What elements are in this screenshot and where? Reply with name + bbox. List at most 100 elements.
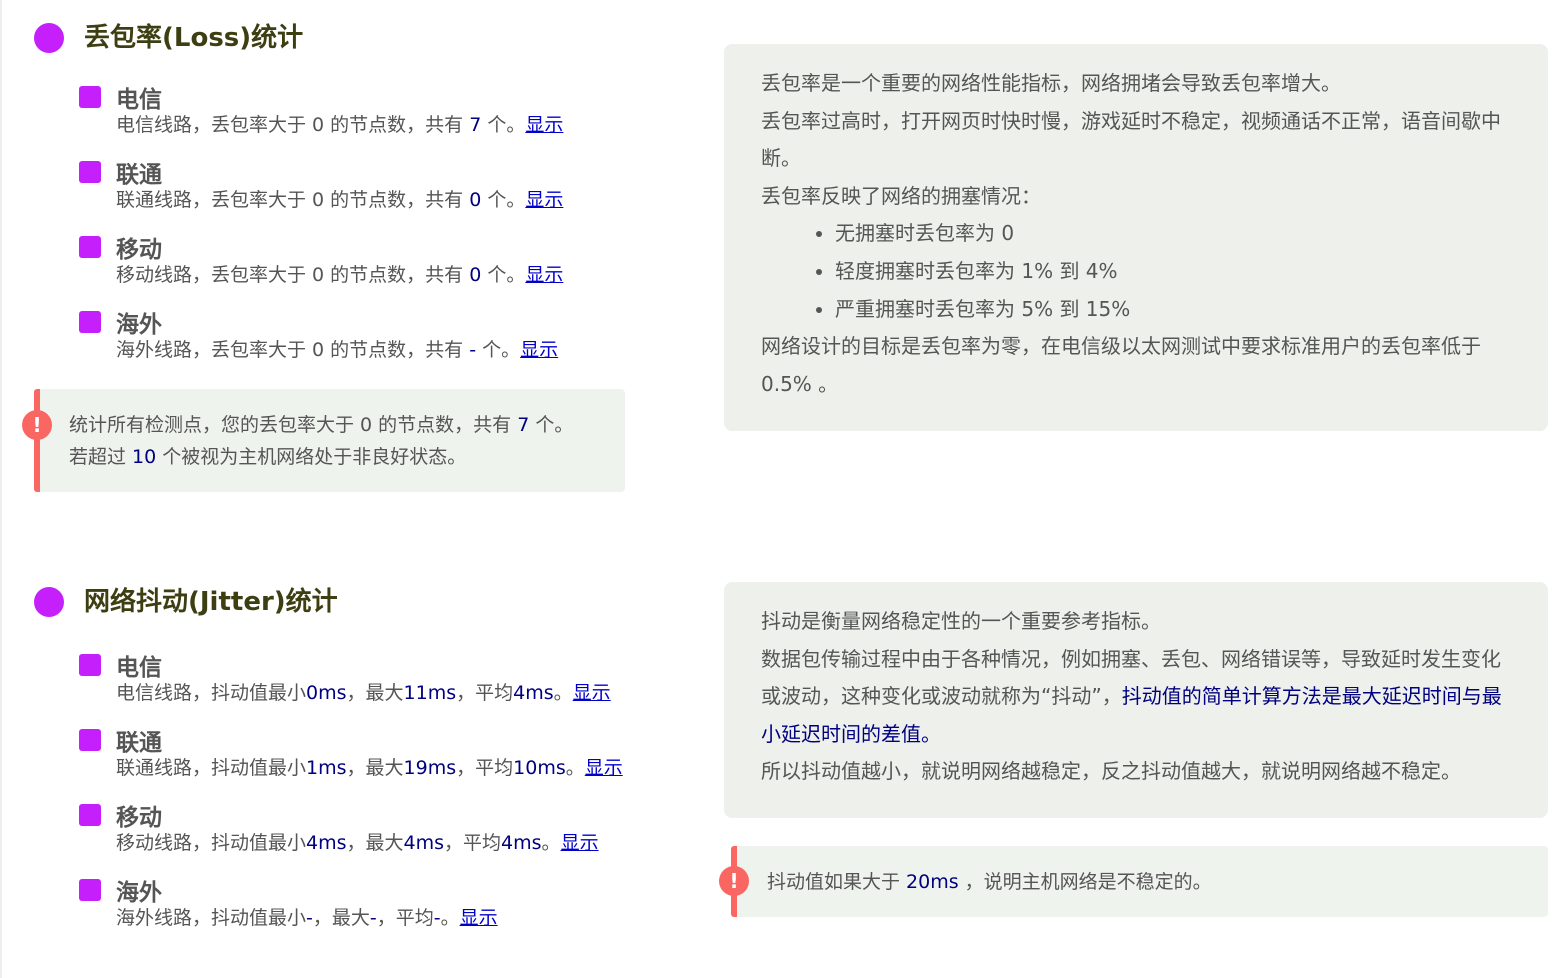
warning-text: ，说明主机网络是不稳定的。: [958, 871, 1212, 893]
square-bullet-icon: [79, 86, 101, 108]
info-paragraph: 网络设计的目标是丢包率为零，在电信级以太网测试中要求标准用户的丢包率低于 0.5…: [761, 334, 1481, 396]
show-link-mobile[interactable]: 显示: [525, 264, 563, 286]
desc-text: 电信线路，丢包率大于 0 的节点数，共有: [116, 114, 470, 136]
jitter-carrier-unicom: 联通 联通线路，抖动值最小1ms，最大19ms，平均10ms。显示: [79, 725, 679, 800]
carrier-name: 海外: [116, 312, 162, 338]
congestion-list: 无拥塞时丢包率为 0 轻度拥塞时丢包率为 1% 到 4% 严重拥塞时丢包率为 5…: [761, 215, 1506, 328]
desc-text: ，最大: [346, 682, 404, 704]
jitter-avg: 4ms: [513, 682, 554, 704]
show-link-telecom[interactable]: 显示: [525, 114, 563, 136]
jitter-avg: 4ms: [501, 832, 542, 854]
left-border: [0, 0, 2, 978]
list-item: 无拥塞时丢包率为 0: [835, 215, 1506, 253]
carrier-description: 海外线路，抖动值最小-，最大-，平均-。显示: [116, 905, 679, 931]
square-bullet-icon: [79, 311, 101, 333]
show-link-mobile[interactable]: 显示: [561, 832, 599, 854]
carrier-description: 电信线路，丢包率大于 0 的节点数，共有 7 个。显示: [116, 112, 679, 138]
info-paragraph: 所以抖动值越小，就说明网络越稳定，反之抖动值越大，就说明网络越不稳定。: [761, 759, 1461, 784]
show-link-telecom[interactable]: 显示: [573, 682, 611, 704]
show-link-overseas[interactable]: 显示: [460, 907, 498, 929]
show-link-unicom[interactable]: 显示: [585, 757, 623, 779]
square-bullet-icon: [79, 654, 101, 676]
loss-carrier-mobile: 移动 移动线路，丢包率大于 0 的节点数，共有 0 个。显示: [79, 232, 679, 307]
warning-text: 抖动值如果大于: [767, 871, 907, 893]
desc-text: 海外线路，抖动值最小: [116, 907, 307, 929]
section-bullet-icon: [34, 23, 64, 53]
desc-text: ，平均: [444, 832, 502, 854]
carrier-description: 电信线路，抖动值最小0ms，最大11ms，平均4ms。显示: [116, 680, 679, 706]
warning-text: 个。: [529, 414, 574, 436]
loss-section-header: 丢包率(Loss)统计: [34, 23, 303, 53]
desc-text: 个。: [481, 189, 526, 211]
loss-info-panel: 丢包率是一个重要的网络性能指标，网络拥堵会导致丢包率增大。 丢包率过高时，打开网…: [724, 44, 1548, 431]
carrier-name: 联通: [116, 730, 162, 756]
desc-text: 。: [541, 832, 561, 854]
desc-text: 联通线路，抖动值最小: [116, 757, 307, 779]
desc-text: ，平均: [376, 907, 434, 929]
desc-text: ，最大: [346, 832, 404, 854]
jitter-min: -: [306, 907, 313, 929]
jitter-min: 1ms: [306, 757, 347, 779]
info-paragraph: 丢包率过高时，打开网页时快时慢，游戏延时不稳定，视频通话不正常，语音间歇中断。: [761, 108, 1501, 171]
threshold-count: 10: [132, 446, 157, 468]
desc-text: 个。: [476, 339, 521, 361]
warning-text: 统计所有检测点，您的丢包率大于 0 的节点数，共有: [69, 414, 518, 436]
info-paragraph: 抖动是衡量网络稳定性的一个重要参考指标。: [761, 609, 1161, 633]
jitter-warning-text: 抖动值如果大于 20ms ，说明主机网络是不稳定的。: [767, 866, 1212, 898]
carrier-name: 海外: [116, 880, 162, 906]
square-bullet-icon: [79, 804, 101, 826]
info-paragraph: 数据包传输过程中由于各种情况，例如拥塞、丢包、网络错误等，导致延时发生变化或波动…: [761, 641, 1506, 754]
carrier-description: 移动线路，丢包率大于 0 的节点数，共有 0 个。显示: [116, 262, 679, 288]
desc-text: 个。: [481, 264, 526, 286]
list-item: 严重拥塞时丢包率为 5% 到 15%: [835, 291, 1506, 329]
carrier-description: 移动线路，抖动值最小4ms，最大4ms，平均4ms。显示: [116, 830, 679, 856]
warning-bar: [34, 389, 40, 492]
square-bullet-icon: [79, 729, 101, 751]
carrier-name: 移动: [116, 805, 162, 831]
loss-carrier-overseas: 海外 海外线路，丢包率大于 0 的节点数，共有 - 个。显示: [79, 307, 679, 382]
jitter-max: -: [369, 907, 377, 929]
desc-text: ，平均: [456, 682, 514, 704]
loss-carrier-unicom: 联通 联通线路，丢包率大于 0 的节点数，共有 0 个。显示: [79, 157, 679, 232]
jitter-min: 0ms: [306, 682, 347, 704]
loss-info-text: 丢包率是一个重要的网络性能指标，网络拥堵会导致丢包率增大。 丢包率过高时，打开网…: [761, 65, 1506, 403]
exclamation-icon: !: [22, 410, 52, 440]
desc-text: 海外线路，丢包率大于 0 的节点数，共有: [116, 339, 470, 361]
loss-section-title: 丢包率(Loss)统计: [84, 23, 304, 53]
total-count: 7: [517, 414, 530, 436]
square-bullet-icon: [79, 236, 101, 258]
loss-carrier-telecom: 电信 电信线路，丢包率大于 0 的节点数，共有 7 个。显示: [79, 82, 679, 157]
desc-text: 。: [440, 907, 460, 929]
jitter-max: 4ms: [403, 832, 445, 854]
jitter-carrier-list: 电信 电信线路，抖动值最小0ms，最大11ms，平均4ms。显示 联通 联通线路…: [79, 650, 679, 950]
jitter-carrier-mobile: 移动 移动线路，抖动值最小4ms，最大4ms，平均4ms。显示: [79, 800, 679, 875]
show-link-overseas[interactable]: 显示: [520, 339, 558, 361]
jitter-warning-box: ! 抖动值如果大于 20ms ，说明主机网络是不稳定的。: [719, 846, 1548, 917]
carrier-description: 联通线路，抖动值最小1ms，最大19ms，平均10ms。显示: [116, 755, 679, 781]
loss-warning-text: 统计所有检测点，您的丢包率大于 0 的节点数，共有 7 个。 若超过 10 个被…: [69, 409, 573, 473]
square-bullet-icon: [79, 161, 101, 183]
show-link-unicom[interactable]: 显示: [525, 189, 563, 211]
warning-text: 若超过: [69, 446, 133, 468]
warning-text: 个被视为主机网络处于非良好状态。: [156, 446, 467, 468]
jitter-carrier-overseas: 海外 海外线路，抖动值最小-，最大-，平均-。显示: [79, 875, 679, 950]
info-paragraph: 丢包率是一个重要的网络性能指标，网络拥堵会导致丢包率增大。: [761, 71, 1341, 95]
exclamation-icon: !: [719, 866, 749, 896]
desc-text: 。: [565, 757, 585, 779]
list-item: 轻度拥塞时丢包率为 1% 到 4%: [835, 253, 1506, 291]
jitter-info-panel: 抖动是衡量网络稳定性的一个重要参考指标。 数据包传输过程中由于各种情况，例如拥塞…: [724, 582, 1548, 818]
carrier-name: 移动: [116, 237, 162, 263]
carrier-description: 海外线路，丢包率大于 0 的节点数，共有 - 个。显示: [116, 337, 679, 363]
loss-warning-box: ! 统计所有检测点，您的丢包率大于 0 的节点数，共有 7 个。 若超过 10 …: [22, 389, 625, 492]
jitter-max: 11ms: [403, 682, 457, 704]
carrier-name: 联通: [116, 162, 162, 188]
jitter-section-header: 网络抖动(Jitter)统计: [34, 587, 338, 617]
desc-text: ，平均: [456, 757, 514, 779]
desc-text: ，最大: [346, 757, 404, 779]
desc-text: 移动线路，抖动值最小: [116, 832, 307, 854]
jitter-section-title: 网络抖动(Jitter)统计: [84, 587, 338, 617]
carrier-name: 电信: [116, 655, 162, 681]
node-count: 0: [469, 189, 482, 211]
jitter-avg: -: [433, 907, 441, 929]
desc-text: 。: [553, 682, 573, 704]
